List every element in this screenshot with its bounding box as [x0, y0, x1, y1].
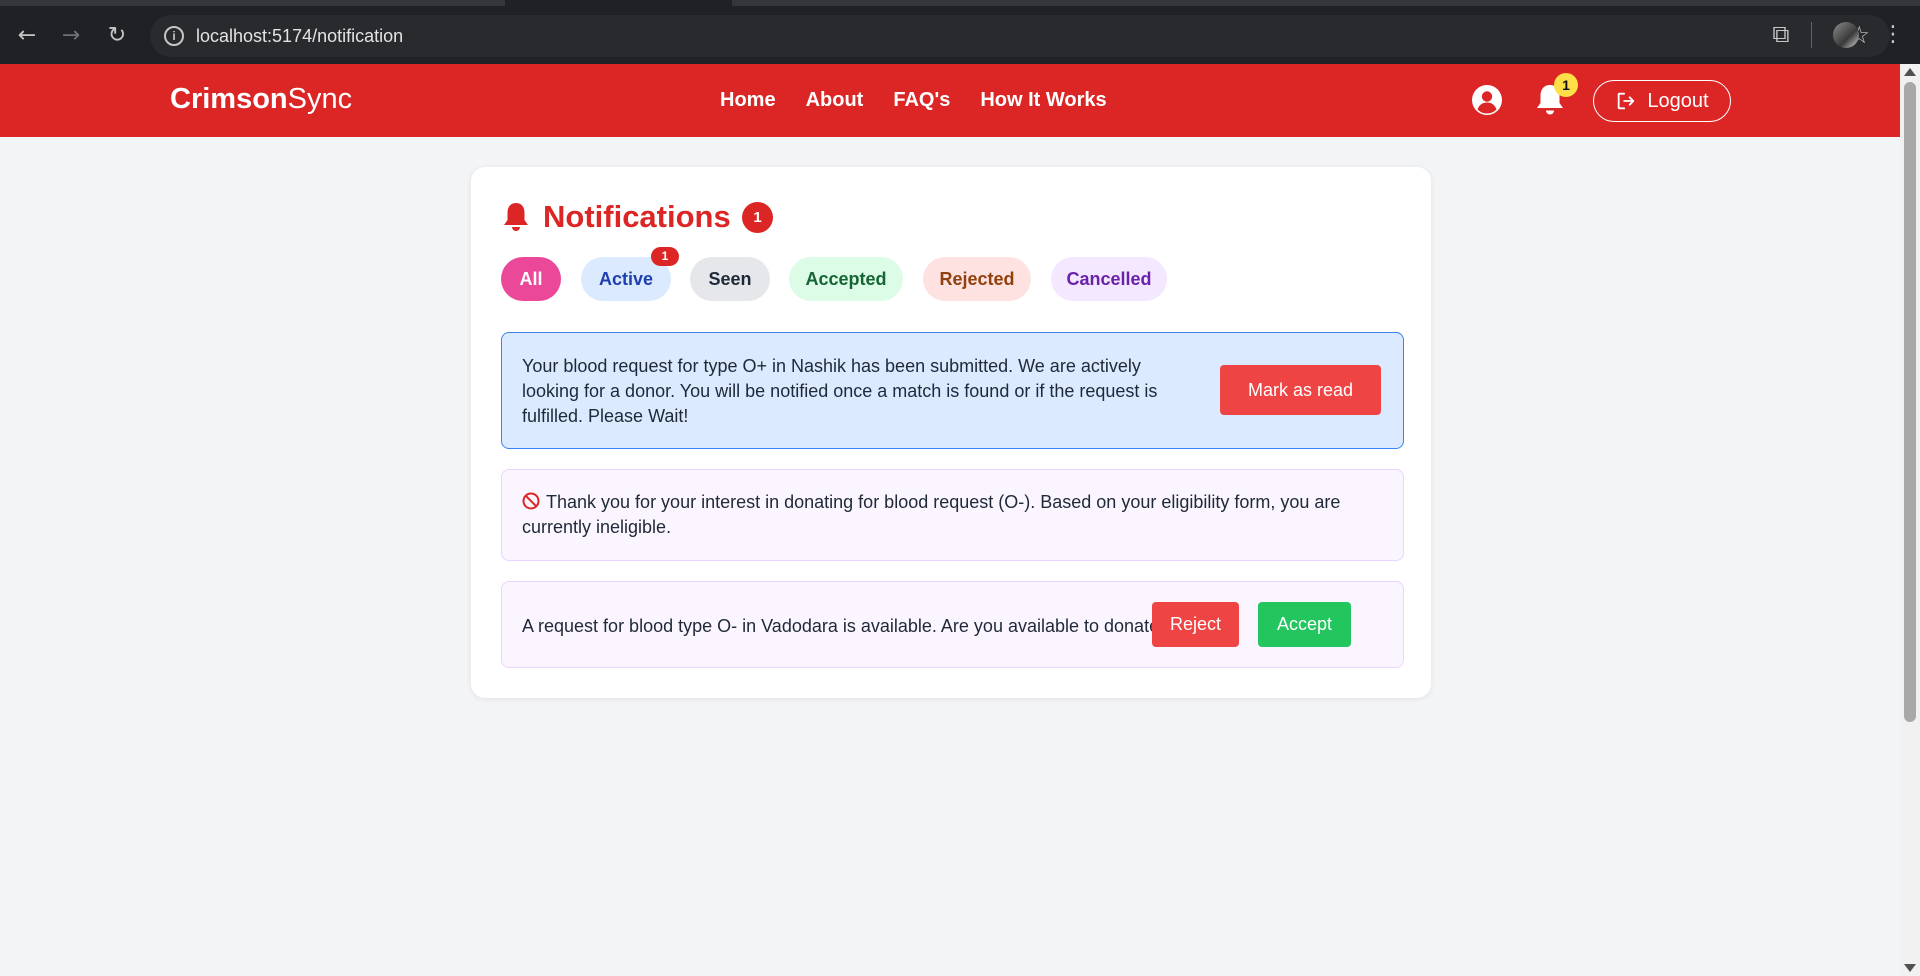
- page-scrollbar[interactable]: [1900, 64, 1920, 976]
- logout-button[interactable]: Logout: [1593, 80, 1731, 122]
- notification-item: Thank you for your interest in donating …: [501, 469, 1404, 561]
- bell-icon: [504, 203, 528, 231]
- user-icon[interactable]: [1471, 84, 1503, 116]
- scroll-down-arrow[interactable]: [1904, 964, 1916, 972]
- toolbar-divider: [1811, 22, 1812, 48]
- filter-cancelled[interactable]: Cancelled: [1051, 257, 1167, 301]
- app-header: CrimsonSync Home About FAQ's How It Work…: [0, 64, 1900, 137]
- menu-icon[interactable]: ⋮: [1882, 20, 1904, 50]
- main-nav: Home About FAQ's How It Works: [720, 89, 1107, 112]
- notifications-card: Notifications 1 All Active 1 Seen Accept…: [471, 167, 1431, 698]
- mark-as-read-button[interactable]: Mark as read: [1220, 365, 1381, 415]
- notification-text: Thank you for your interest in donating …: [522, 492, 1341, 537]
- reload-icon[interactable]: ↻: [103, 22, 131, 50]
- nav-about[interactable]: About: [806, 89, 864, 112]
- tab-strip: [0, 0, 505, 6]
- notification-count-badge: 1: [1554, 73, 1578, 97]
- address-bar[interactable]: i localhost:5174/notification ☆: [150, 15, 1890, 57]
- notification-text-wrap: Thank you for your interest in donating …: [522, 490, 1382, 540]
- active-count-badge: 1: [651, 247, 679, 266]
- accept-button[interactable]: Accept: [1258, 602, 1351, 647]
- logout-label: Logout: [1647, 89, 1709, 112]
- browser-toolbar: ← → ↻ i localhost:5174/notification ☆ ⧉ …: [0, 0, 1920, 64]
- back-icon[interactable]: ←: [13, 22, 41, 50]
- notification-item: A request for blood type O- in Vadodara …: [501, 581, 1404, 668]
- profile-avatar[interactable]: [1833, 22, 1859, 48]
- filter-seen[interactable]: Seen: [690, 257, 770, 301]
- scroll-up-arrow[interactable]: [1904, 68, 1916, 76]
- url-text[interactable]: localhost:5174/notification: [196, 26, 403, 47]
- no-entry-icon: [522, 492, 540, 510]
- unread-count-badge: 1: [742, 202, 773, 233]
- forward-icon[interactable]: →: [57, 22, 85, 50]
- page-title: Notifications: [501, 199, 731, 235]
- brand-light: Sync: [287, 83, 353, 115]
- title-text: Notifications: [543, 199, 731, 234]
- notification-text: A request for blood type O- in Vadodara …: [522, 616, 1170, 636]
- logout-icon: [1618, 92, 1635, 110]
- extensions-icon[interactable]: ⧉: [1766, 20, 1796, 50]
- notification-item: Your blood request for type O+ in Nashik…: [501, 332, 1404, 449]
- nav-faqs[interactable]: FAQ's: [893, 89, 950, 112]
- reject-button[interactable]: Reject: [1152, 602, 1239, 647]
- nav-home[interactable]: Home: [720, 89, 776, 112]
- info-icon[interactable]: i: [164, 26, 184, 46]
- filter-all[interactable]: All: [501, 257, 561, 301]
- notification-text: Your blood request for type O+ in Nashik…: [522, 356, 1158, 426]
- nav-how-it-works[interactable]: How It Works: [980, 89, 1106, 112]
- brand-logo[interactable]: CrimsonSync: [170, 83, 352, 116]
- scrollbar-thumb[interactable]: [1904, 82, 1916, 722]
- filter-accepted[interactable]: Accepted: [789, 257, 903, 301]
- tab-strip: [732, 0, 1920, 6]
- brand-bold: Crimson: [170, 83, 288, 115]
- filter-rejected[interactable]: Rejected: [923, 257, 1031, 301]
